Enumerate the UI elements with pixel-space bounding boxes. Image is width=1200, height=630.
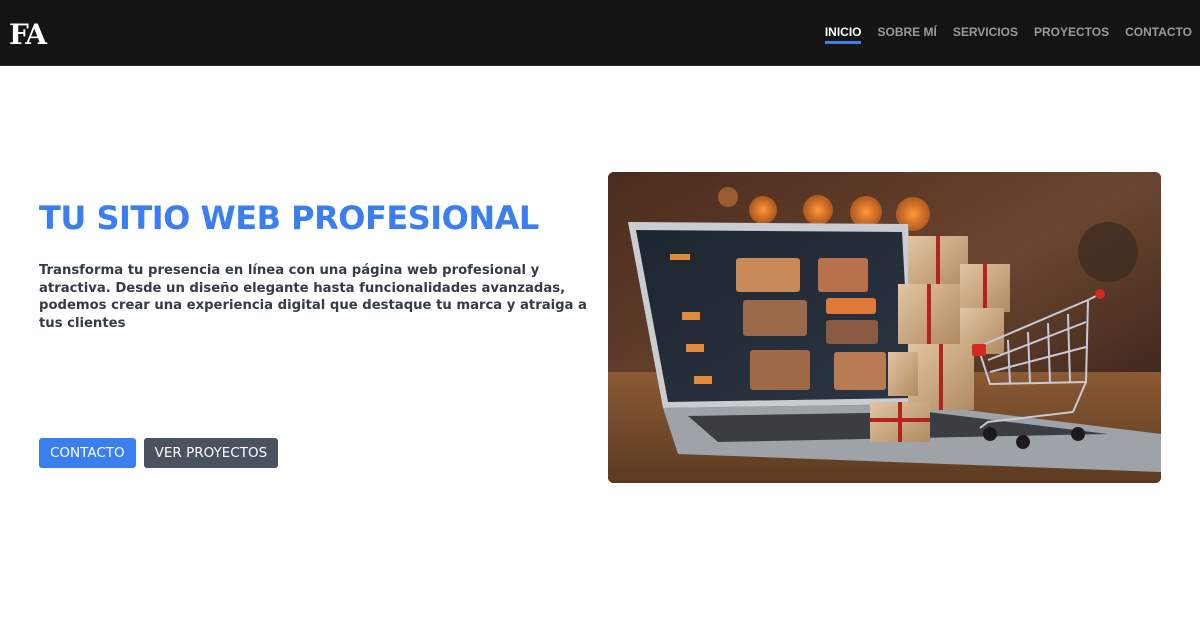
nav-link-contacto[interactable]: CONTACTO <box>1125 24 1192 40</box>
site-logo[interactable]: FA <box>9 18 47 52</box>
nav-menu: INICIO SOBRE MÍ SERVICIOS PROYECTOS CONT… <box>809 24 1192 44</box>
hero-image <box>608 172 1161 483</box>
hero-title: TU SITIO WEB PROFESIONAL <box>39 199 539 237</box>
nav-link-inicio[interactable]: INICIO <box>824 24 861 44</box>
hero-description: Transforma tu presencia en línea con una… <box>39 263 587 331</box>
nav-link-servicios[interactable]: SERVICIOS <box>953 24 1018 40</box>
hero-buttons: CONTACTO VER PROYECTOS <box>39 438 279 468</box>
navbar: FA INICIO SOBRE MÍ SERVICIOS PROYECTOS C… <box>0 0 1200 66</box>
contact-button[interactable]: CONTACTO <box>39 438 136 468</box>
nav-link-proyectos[interactable]: PROYECTOS <box>1034 24 1109 40</box>
laptop-shopping-illustration <box>608 172 1161 483</box>
view-projects-button[interactable]: VER PROYECTOS <box>143 438 279 468</box>
nav-link-sobre-mi[interactable]: SOBRE MÍ <box>877 24 936 40</box>
